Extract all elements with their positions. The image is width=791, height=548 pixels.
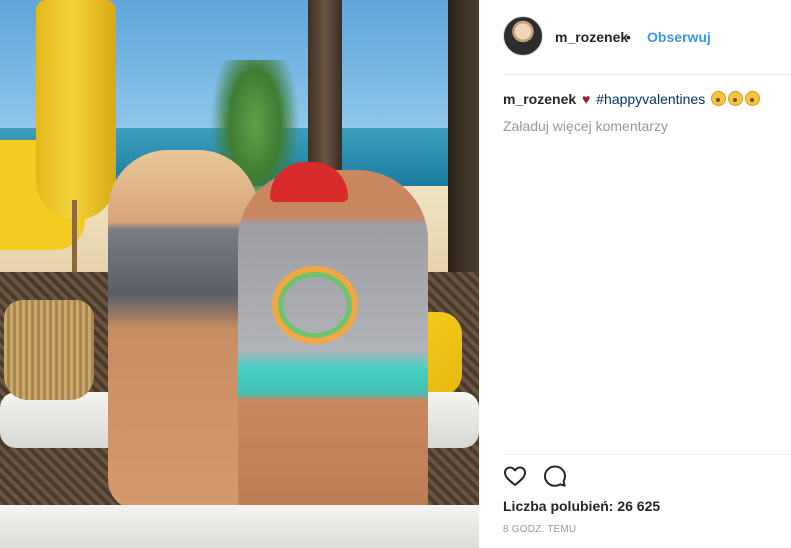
photo-palm-trunk <box>308 0 342 170</box>
astonished-face-emoji <box>711 91 727 106</box>
photo-man <box>238 170 428 530</box>
astonished-face-emoji <box>745 91 761 106</box>
separator-dot: • <box>626 29 631 45</box>
photo-umbrella <box>36 0 116 220</box>
post-timestamp[interactable]: 8 GODZ. TEMU <box>503 524 576 535</box>
actions-divider <box>503 454 791 455</box>
post-header: m_rozenek • Obserwuj <box>479 0 791 75</box>
photo-umbrella-pole <box>72 200 77 280</box>
photo-woman <box>108 150 258 510</box>
photo-peace-sign <box>272 266 358 344</box>
caption-username[interactable]: m_rozenek <box>503 91 576 107</box>
hashtag-link[interactable]: #happyvalentines <box>596 91 705 107</box>
avatar[interactable] <box>503 16 543 56</box>
speech-bubble-icon[interactable] <box>543 464 567 488</box>
heart-outline-icon[interactable] <box>503 464 527 488</box>
load-more-comments-link[interactable]: Załaduj więcej komentarzy <box>503 118 668 134</box>
photo-straw-bag <box>4 300 94 400</box>
post-caption: m_rozenek ♥ #happyvalentines <box>503 91 761 107</box>
red-heart-emoji: ♥ <box>582 91 591 107</box>
astonished-face-emoji <box>728 91 744 106</box>
likes-count[interactable]: Liczba polubień: 26 625 <box>503 498 660 514</box>
header-username[interactable]: m_rozenek <box>555 29 628 45</box>
header-divider <box>503 74 791 75</box>
post-sidebar: m_rozenek • Obserwuj m_rozenek ♥ #happyv… <box>479 0 791 548</box>
follow-button[interactable]: Obserwuj <box>647 29 711 45</box>
post-photo[interactable] <box>0 0 479 548</box>
photo-floor-cushion <box>0 505 479 548</box>
